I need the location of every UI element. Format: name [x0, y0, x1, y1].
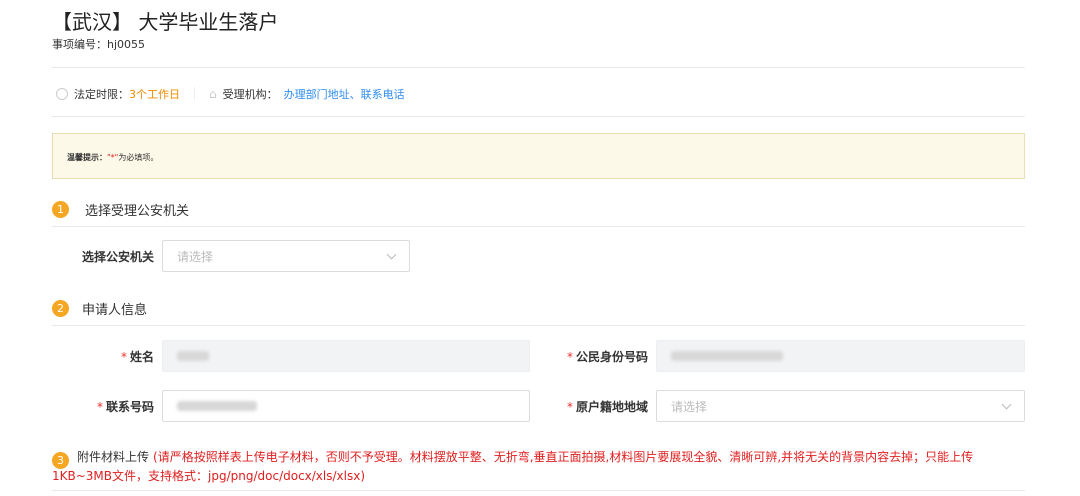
- name-label-text: 姓名: [129, 350, 154, 364]
- tip-text: 为必填项。: [118, 153, 159, 162]
- police-select[interactable]: 请选择: [162, 240, 410, 272]
- section-title: 附件材料上传: [77, 450, 150, 464]
- clock-icon: [56, 88, 68, 100]
- blurred-value: [177, 401, 257, 411]
- info-row: 法定时限： 3个工作日 ⌂ 受理机构： 办理部门地址、联系电话: [56, 86, 405, 102]
- item-code-value: hj0055: [107, 38, 146, 51]
- section-applicant: 2 申请人信息: [52, 299, 147, 318]
- divider: [52, 67, 1025, 68]
- divider: [52, 325, 1025, 326]
- tip-star: "*": [107, 153, 119, 162]
- time-limit-label: 法定时限：: [74, 88, 129, 101]
- required-star: *: [566, 400, 573, 414]
- divider: [52, 116, 1025, 117]
- hukou-placeholder: 请选择: [671, 399, 708, 414]
- chevron-down-icon: [386, 249, 397, 259]
- section-police: 1 选择受理公安机关: [52, 200, 189, 219]
- blurred-value: [671, 351, 783, 361]
- name-input[interactable]: [162, 340, 530, 372]
- id-label-text: 公民身份号码: [575, 350, 648, 364]
- police-placeholder: 请选择: [177, 249, 214, 264]
- item-code: 事项编号：hj0055: [52, 36, 145, 52]
- upload-instructions: (请严格按照样表上传电子材料，否则不予受理。材料摆放平整、无折弯,垂直正面拍摄,…: [52, 450, 974, 483]
- phone-label: * 联系号码: [60, 398, 154, 415]
- hukou-label-text: 原户籍地地域: [575, 400, 648, 414]
- phone-label-text: 联系号码: [105, 400, 154, 414]
- police-label: 选择公安机关: [81, 250, 154, 264]
- id-number-input[interactable]: [656, 340, 1025, 372]
- id-label: * 公民身份号码: [540, 348, 648, 365]
- phone-input[interactable]: [162, 390, 530, 422]
- org-contact-link[interactable]: 办理部门地址、联系电话: [284, 86, 405, 102]
- time-limit-value: 3个工作日: [129, 88, 180, 101]
- hukou-select[interactable]: 请选择: [656, 390, 1025, 422]
- page-title: 【武汉】 大学毕业生落户: [52, 10, 279, 34]
- tip-label: 温馨提示：: [67, 153, 107, 162]
- blurred-value: [177, 351, 209, 361]
- section-title: 申请人信息: [82, 303, 148, 318]
- hukou-label: * 原户籍地地域: [540, 398, 648, 415]
- divider: [52, 490, 1025, 491]
- org-label: 受理机构：: [222, 88, 278, 101]
- name-label: * 姓名: [60, 348, 154, 365]
- separator: [194, 87, 195, 101]
- required-star: *: [96, 400, 103, 414]
- divider: [52, 226, 1025, 227]
- section-attachments: 3 附件材料上传 (请严格按照样表上传电子材料，否则不予受理。材料摆放平整、无折弯,…: [52, 450, 1027, 484]
- step-number: 2: [52, 300, 69, 317]
- section-title: 选择受理公安机关: [85, 204, 190, 219]
- required-star: *: [120, 350, 127, 364]
- step-number: 3: [52, 452, 69, 469]
- home-icon: ⌂: [209, 87, 217, 101]
- tip-box: 温馨提示："*"为必填项。: [52, 133, 1025, 179]
- chevron-down-icon: [1001, 399, 1012, 409]
- item-code-label: 事项编号：: [52, 38, 107, 51]
- step-number: 1: [52, 201, 69, 218]
- required-star: *: [566, 350, 573, 364]
